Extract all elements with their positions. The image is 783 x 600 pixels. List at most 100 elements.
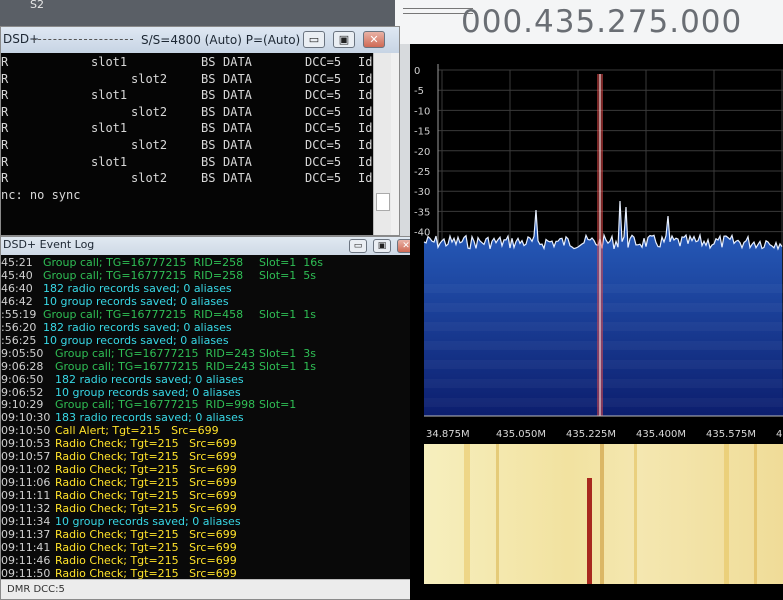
event-log-entry[interactable]: 09:11:06 Radio Check; Tgt=215 Src=699 <box>1 476 420 489</box>
event-log-entry[interactable]: 45:21 Group call; TG=16777215 RID=258 Slot… <box>1 256 420 269</box>
freq-tick-label: 435.050M <box>496 429 546 440</box>
entry-time: 09:11:32 <box>1 502 51 516</box>
entry-time: 9:06:50 <box>1 372 44 386</box>
entry-time: :56:25 <box>1 333 37 347</box>
close-button[interactable]: ✕ <box>363 31 385 48</box>
waterfall-streak <box>496 444 499 584</box>
event-log-entry[interactable]: 09:11:41 Radio Check; Tgt=215 Src=699 <box>1 541 420 554</box>
data-label: DATA <box>223 88 252 103</box>
spectrum-analyzer[interactable]: 0 -5 -10 -15 -20 -25 -30 -35 -40 34.875M 435.050M 4… <box>410 44 783 600</box>
event-log-minimize-button[interactable]: ▭ <box>349 239 367 253</box>
entry-time: 45:40 <box>1 268 33 282</box>
event-log-entry[interactable]: :56:25 10 group records saved; 0 aliases <box>1 334 420 347</box>
event-log-entry[interactable]: :55:19 Group call; TG=16777215 RID=458 Slo… <box>1 308 420 321</box>
slot-label: slot1 <box>91 121 128 136</box>
entry-text: Call Alert; Tgt=215 Src=699 <box>55 424 219 438</box>
event-log-entry[interactable]: 9:06:50 182 radio records saved; 0 aliase… <box>1 373 420 386</box>
waterfall-display[interactable] <box>424 444 783 584</box>
bs-label: BS <box>201 104 216 119</box>
dcc-label: DCC=5 <box>305 71 342 86</box>
event-log-entry[interactable]: 09:11:02 Radio Check; Tgt=215 Src=699 <box>1 463 420 476</box>
event-log-entry[interactable]: 09:10:53 Radio Check; Tgt=215 Src=699 <box>1 437 420 450</box>
terminal-row: Rslot1 BS DATA DCC=5 Id <box>1 155 373 171</box>
bs-label: BS <box>201 55 216 69</box>
entry-time: 09:11:11 <box>1 489 51 503</box>
background-tab-label[interactable]: S2 <box>30 0 44 11</box>
terminal-titlebar[interactable]: DSD+ S/S=4800 (Auto) P=(Auto) ▭ ▣ ✕ <box>1 27 399 53</box>
dcc-label: DCC=5 <box>305 154 342 169</box>
frequency-display-panel: 000.435.275.000 <box>395 0 783 44</box>
entry-time: 09:11:02 <box>1 463 51 477</box>
data-label: DATA <box>223 138 252 152</box>
event-log-entry[interactable]: 09:10:50 Call Alert; Tgt=215 Src=699 <box>1 424 420 437</box>
entry-time: :56:20 <box>1 320 37 334</box>
row-prefix: R <box>1 71 9 86</box>
event-log-entry[interactable]: 09:11:11 Radio Check; Tgt=215 Src=699 <box>1 489 420 502</box>
terminal-output: Rslot1 BS DATA DCC=5 Id Rslot2 BS DATA DCC=5 Id Rs… <box>1 53 373 235</box>
event-log-maximize-button[interactable]: ▣ <box>373 239 391 253</box>
terminal-sync-line: nc: no sync <box>1 187 81 202</box>
frequency-display[interactable]: 000.435.275.000 <box>461 4 742 40</box>
event-log-entry[interactable]: 9:06:52 10 group records saved; 0 aliases <box>1 386 420 399</box>
data-label: DATA <box>223 121 252 136</box>
dcc-label: DCC=5 <box>305 55 342 69</box>
db-tick-label: -15 <box>414 127 430 138</box>
entry-time: 46:42 <box>1 294 33 308</box>
entry-text: Group call; TG=16777215 RID=258 <box>43 268 244 282</box>
terminal-row: Rslot2 BS DATA DCC=5 Id <box>1 105 373 121</box>
waterfall-streak <box>464 444 470 584</box>
id-label: Id <box>358 171 373 186</box>
event-log-entry[interactable]: 9:06:28 Group call; TG=16777215 RID=243 Sl… <box>1 360 420 373</box>
data-label: DATA <box>223 171 252 186</box>
spectrum-plot[interactable]: 0-5-10-15-20-25-30-35-4034.875M 435.050M 4… <box>410 44 783 444</box>
terminal-row: Rslot2 BS DATA DCC=5 Id <box>1 138 373 154</box>
event-log-list[interactable]: 45:21 Group call; TG=16777215 RID=258 Slot… <box>1 255 420 581</box>
minimize-button[interactable]: ▭ <box>303 31 325 48</box>
bs-label: BS <box>201 154 216 169</box>
event-log-entry[interactable]: 9:10:29 Group call; TG=16777215 RID=998 Sl… <box>1 398 420 411</box>
db-tick-label: 0 <box>414 66 420 77</box>
event-log-entry[interactable]: 09:11:32 Radio Check; Tgt=215 Src=699 <box>1 502 420 515</box>
event-log-entry[interactable]: 09:10:30 183 radio records saved; 0 alias… <box>1 411 420 424</box>
db-tick-label: -20 <box>414 147 430 158</box>
event-log-entry[interactable]: 09:11:50 Radio Check; Tgt=215 Src=699 <box>1 567 420 580</box>
event-log-titlebar[interactable]: DSD+ Event Log ▭ ▣ ✕ <box>1 237 418 255</box>
event-log-entry[interactable]: 09:10:57 Radio Check; Tgt=215 Src=699 <box>1 450 420 463</box>
entry-time: 09:10:53 <box>1 437 51 451</box>
terminal-scrollbar[interactable] <box>373 53 391 235</box>
dcc-label: DCC=5 <box>305 121 342 136</box>
entry-time: 09:11:41 <box>1 540 51 554</box>
entry-text: Radio Check; Tgt=215 Src=699 <box>55 450 237 464</box>
scrollbar-thumb[interactable] <box>376 193 390 211</box>
terminal-row: Rslot1 BS DATA DCC=5 Id <box>1 88 373 104</box>
event-log-entry[interactable]: 46:40 182 radio records saved; 0 aliases <box>1 282 420 295</box>
entry-time: 09:11:06 <box>1 476 51 490</box>
db-tick-label: -35 <box>414 207 430 218</box>
row-prefix: R <box>1 154 9 169</box>
event-log-entry[interactable]: 09:11:46 Radio Check; Tgt=215 Src=699 <box>1 554 420 567</box>
entry-text: 10 group records saved; 0 aliases <box>43 294 229 308</box>
entry-slot: Slot=1 1s <box>259 307 317 321</box>
entry-time: 09:10:57 <box>1 450 51 464</box>
data-label: DATA <box>223 104 252 119</box>
event-log-entry[interactable]: 46:42 10 group records saved; 0 aliases <box>1 295 420 308</box>
entry-time: 46:40 <box>1 281 33 295</box>
event-log-entry[interactable]: 09:11:37 Radio Check; Tgt=215 Src=699 <box>1 528 420 541</box>
waterfall-signal-trace <box>587 478 592 584</box>
slot-label: slot2 <box>131 71 168 86</box>
entry-text: Radio Check; Tgt=215 Src=699 <box>55 502 237 516</box>
bs-label: BS <box>201 138 216 152</box>
row-prefix: R <box>1 88 9 103</box>
entry-text: Radio Check; Tgt=215 Src=699 <box>55 489 237 503</box>
entry-time: 9:10:29 <box>1 398 44 412</box>
maximize-button[interactable]: ▣ <box>333 31 355 48</box>
freq-tick-label: 34.875M <box>426 429 470 440</box>
event-log-entry[interactable]: 09:11:34 10 group records saved; 0 aliase… <box>1 515 420 528</box>
plot-band <box>424 360 783 369</box>
event-log-entry[interactable]: :56:20 182 radio records saved; 0 aliases <box>1 321 420 334</box>
event-log-entry[interactable]: 9:05:50 Group call; TG=16777215 RID=243 Sl… <box>1 347 420 360</box>
event-log-entry[interactable]: 45:40 Group call; TG=16777215 RID=258 Slot… <box>1 269 420 282</box>
row-prefix: R <box>1 171 9 186</box>
slot-label: slot2 <box>131 171 168 186</box>
entry-time: 45:21 <box>1 256 33 269</box>
